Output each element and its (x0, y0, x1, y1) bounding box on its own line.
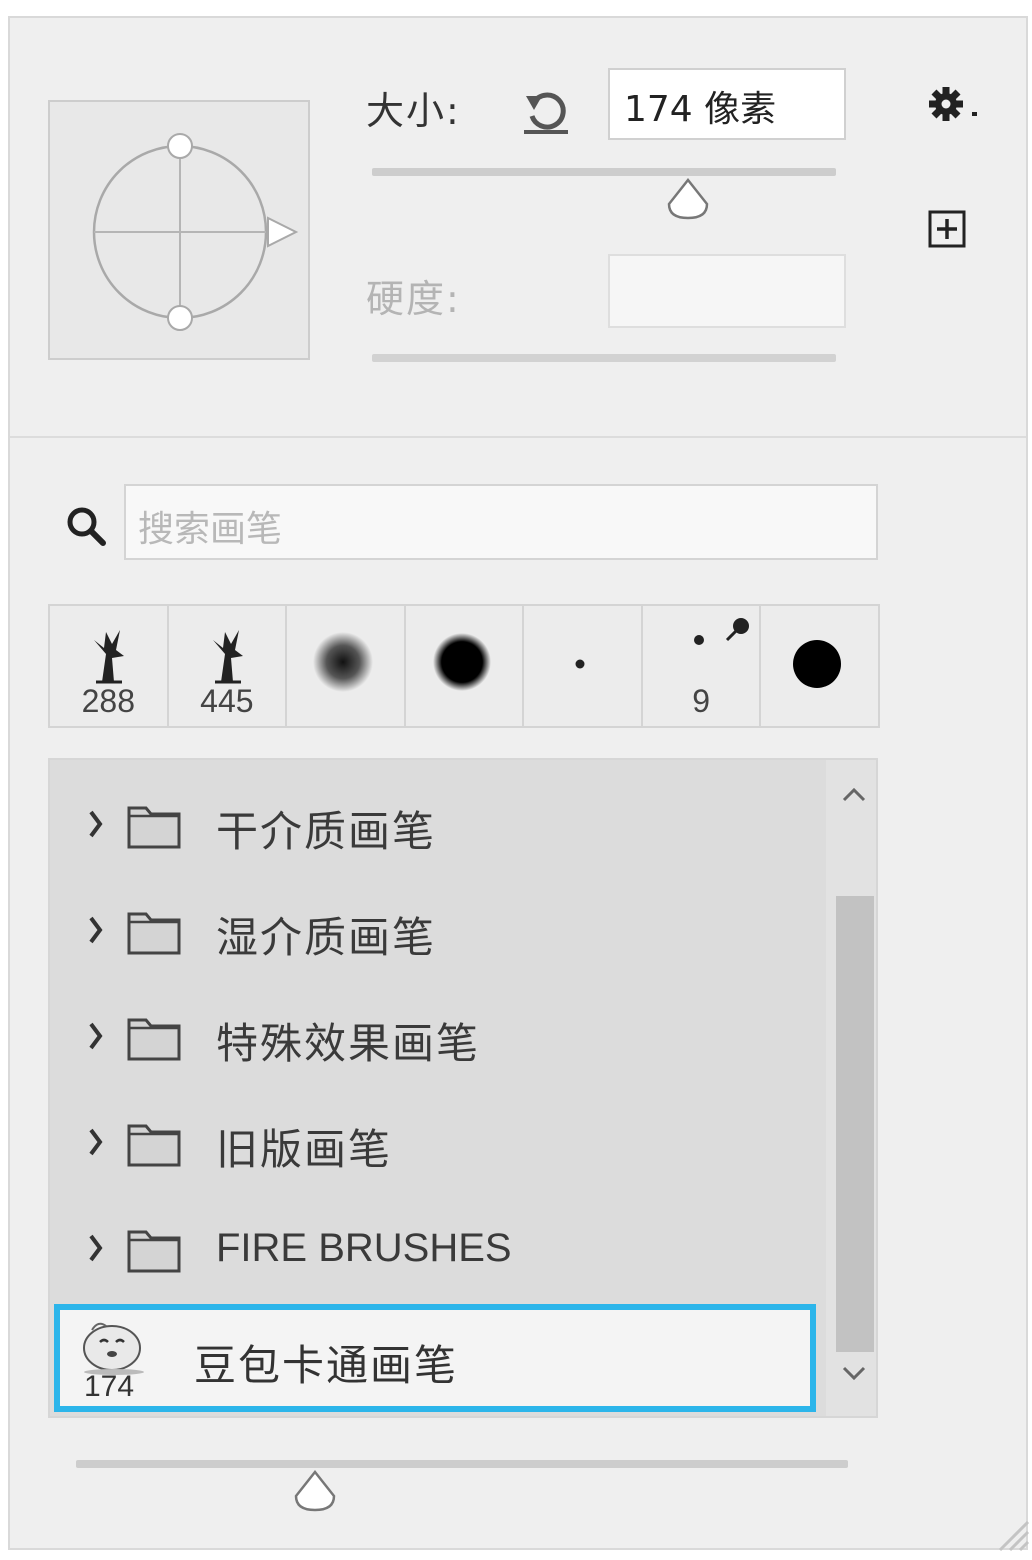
brush-group-name: 湿介质画笔 (216, 913, 437, 962)
chevron-right-icon[interactable] (86, 1016, 106, 1056)
folder-icon (127, 912, 181, 955)
recent-brush-3[interactable] (287, 606, 406, 726)
scrollbar-thumb[interactable] (836, 896, 874, 1352)
selected-brush-size: 174 (84, 1370, 135, 1403)
brush-group-row[interactable]: 特殊效果画笔 (50, 986, 818, 1092)
brush-list[interactable]: 干介质画笔湿介质画笔特殊效果画笔 旧版画笔 FIRE BRUSHES 174 豆包卡… (48, 758, 878, 1418)
chevron-right-icon[interactable] (86, 910, 106, 950)
recent-brush-size: 9 (692, 683, 711, 719)
brush-angle-widget[interactable] (50, 102, 308, 358)
hard-round-brush-icon (793, 640, 842, 688)
size-slider-track[interactable] (372, 168, 836, 176)
folder-icon (127, 1230, 181, 1273)
recent-brush-4[interactable] (405, 606, 525, 726)
cartoon-bun-icon (83, 1322, 144, 1375)
brush-group-name: 干介质画笔 (216, 807, 437, 856)
hard-round-fuzzy-brush-icon (432, 633, 491, 691)
preview-size-slider-track[interactable] (76, 1460, 848, 1468)
brush-group-name: FIRE BRUSHES (216, 1226, 512, 1270)
search-brush-input[interactable] (124, 484, 878, 560)
brush-group-row[interactable]: 湿介质画笔 (50, 880, 818, 986)
tiny-dot-brush-icon (575, 659, 585, 669)
soft-round-brush-icon (313, 632, 374, 692)
folder-icon (127, 1124, 181, 1167)
brush-group-row[interactable]: 旧版画笔 (50, 1092, 818, 1198)
size-label: 大小: (366, 89, 461, 133)
gear-icon[interactable] (924, 84, 986, 124)
selected-brush-name: 豆包卡通画笔 (194, 1341, 459, 1390)
new-preset-icon[interactable] (928, 210, 966, 248)
folder-icon (127, 1018, 181, 1061)
brush-preset-panel: 大小: 174 像素 硬度: 搜索画笔 288 445 9 干介质画笔 湿介质画… (8, 16, 1030, 1552)
hardness-slider-track (372, 354, 836, 362)
selected-brush-row[interactable]: 174 豆包卡通画笔 (54, 1304, 816, 1412)
preview-size-slider-thumb[interactable] (292, 1470, 338, 1514)
brush-group-row[interactable]: FIRE BRUSHES (50, 1198, 818, 1304)
brush-group-row[interactable]: 干介质画笔 (50, 774, 818, 880)
recent-brush-6[interactable]: 9 (642, 606, 762, 726)
section-divider (10, 436, 1026, 438)
chevron-right-icon[interactable] (86, 1122, 106, 1162)
recent-brush-7[interactable] (761, 606, 879, 726)
recent-brush-size: 445 (200, 683, 254, 719)
size-field[interactable]: 174 像素 (608, 68, 846, 140)
chevron-right-icon[interactable] (86, 804, 106, 844)
recent-brush-size: 288 (81, 683, 135, 719)
resize-grip-icon[interactable] (990, 1512, 1030, 1552)
brush-tip-preview[interactable] (48, 100, 310, 360)
hardness-field (608, 254, 846, 328)
brush-group-name: 旧版画笔 (216, 1125, 393, 1174)
recent-brushes-strip: 288 445 9 (48, 604, 880, 728)
chevron-right-icon[interactable] (86, 1228, 106, 1268)
scroll-up-icon[interactable] (842, 786, 866, 804)
search-icon (67, 507, 106, 546)
recent-brush-5[interactable] (524, 606, 643, 726)
recent-brush-1[interactable]: 288 (50, 606, 169, 726)
size-slider-thumb[interactable] (665, 178, 711, 222)
hardness-label: 硬度: (366, 277, 461, 321)
recent-brush-2[interactable]: 445 (168, 606, 288, 726)
scroll-down-icon[interactable] (842, 1364, 866, 1382)
reset-size-icon[interactable] (520, 84, 572, 136)
folder-icon (127, 806, 181, 849)
brush-group-name: 特殊效果画笔 (216, 1019, 481, 1068)
